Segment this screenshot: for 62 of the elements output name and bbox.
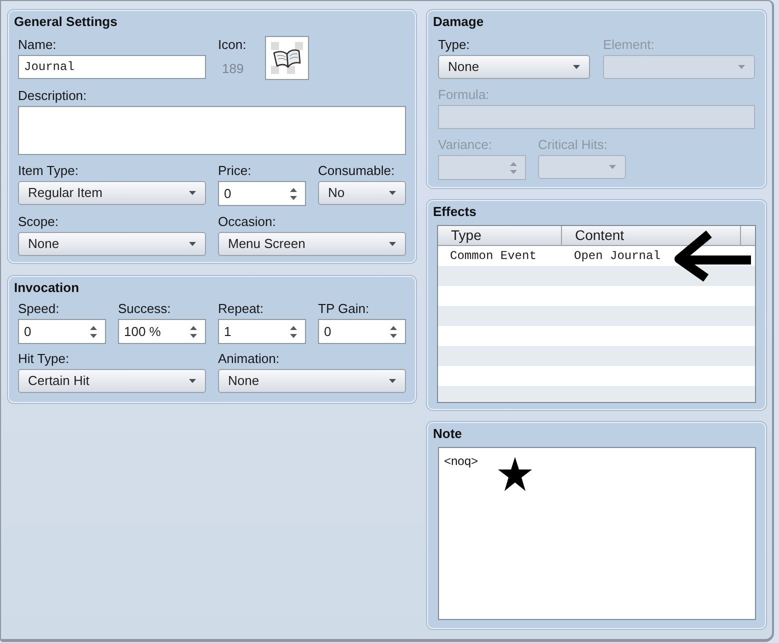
note-field[interactable]: <noq> [438, 447, 756, 620]
book-icon [271, 42, 303, 74]
price-spinner[interactable]: 0 [218, 181, 306, 206]
field-label: Speed: [18, 301, 60, 317]
scope-dropdown[interactable]: None [18, 232, 206, 256]
group-title: Note [432, 426, 463, 442]
field-label: Formula: [438, 87, 490, 103]
table-cell-text: Common Event [449, 248, 538, 265]
icon-preview[interactable] [265, 36, 309, 80]
field-label: Consumable: [318, 163, 396, 179]
speed-spinner[interactable]: 0 [18, 319, 106, 344]
hit-type-dropdown[interactable]: Certain Hit [18, 369, 206, 393]
caret-icon [189, 191, 196, 195]
field-label: Price: [218, 163, 252, 179]
description-field[interactable] [18, 106, 406, 155]
type-dropdown[interactable]: None [438, 55, 590, 79]
stepper-arrows-icon [290, 326, 297, 338]
caret-icon [573, 65, 580, 69]
field-label: Type: [438, 37, 471, 53]
field-label: Variance: [438, 137, 493, 153]
consumable-dropdown[interactable]: No [318, 181, 406, 205]
field-label: TP Gain: [318, 301, 370, 317]
field-label: Description: [18, 88, 88, 104]
group-title: Damage [432, 14, 485, 30]
group-title: General Settings [13, 14, 118, 30]
caret-icon [609, 165, 616, 169]
group-title: Invocation [13, 280, 80, 296]
field-label: Scope: [18, 214, 60, 230]
repeat-spinner[interactable]: 1 [218, 319, 306, 344]
tp-gain-spinner[interactable]: 0 [318, 319, 406, 344]
caret-icon [738, 65, 745, 69]
stepper-arrows-icon [190, 326, 197, 338]
field-label: Element: [603, 37, 656, 53]
stepper-arrows-icon [290, 188, 297, 200]
stepper-arrows-icon [390, 326, 397, 338]
table-cell-text: Open Journal [573, 248, 662, 265]
icon-index: 189 [221, 61, 245, 77]
field-label: Name: [18, 37, 58, 53]
stepper-arrows-icon [510, 162, 517, 174]
caret-icon [389, 191, 396, 195]
field-label: Icon: [218, 37, 248, 53]
star-icon [498, 457, 532, 491]
caret-icon [389, 379, 396, 383]
field-label: Animation: [218, 351, 280, 367]
caret-icon [189, 242, 196, 246]
field-label: Hit Type: [18, 351, 70, 367]
stepper-arrows-icon [90, 326, 97, 338]
item-type-dropdown[interactable]: Regular Item [18, 181, 206, 205]
field-label: Success: [118, 301, 172, 317]
field-label: Repeat: [218, 301, 265, 317]
occasion-dropdown[interactable]: Menu Screen [218, 232, 406, 256]
name-field[interactable]: Journal [18, 55, 206, 79]
field-label: Item Type: [18, 163, 80, 179]
column-header[interactable]: Type [438, 226, 562, 245]
field-label: Occasion: [218, 214, 277, 230]
success-spinner[interactable]: 100 % [118, 319, 206, 344]
group-title: Effects [432, 204, 478, 220]
column-header[interactable]: Content [562, 226, 741, 245]
caret-icon [389, 242, 396, 246]
caret-icon [189, 379, 196, 383]
field-label: Critical Hits: [538, 137, 608, 153]
animation-dropdown[interactable]: None [218, 369, 406, 393]
